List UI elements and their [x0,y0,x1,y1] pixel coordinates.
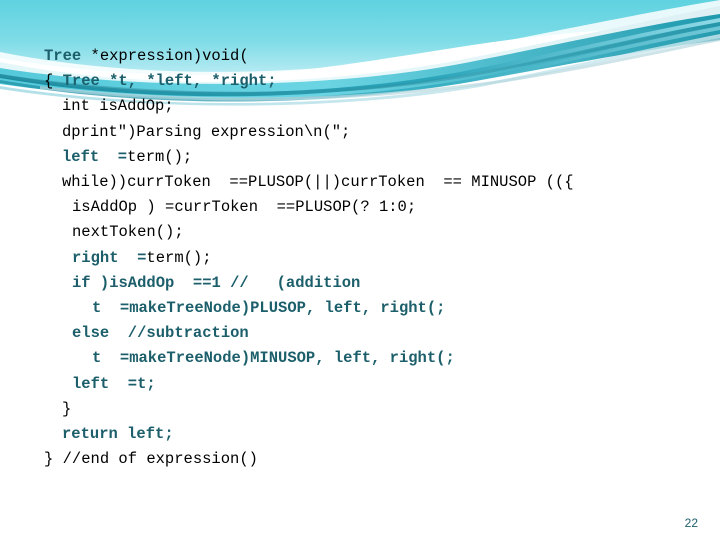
code-line: t =makeTreeNode)PLUSOP, left, right(; [0,296,708,321]
code-segment: left = [62,147,128,166]
code-listing: Tree *expression)void({ Tree *t, *left, … [0,44,720,472]
code-line: int isAddOp; [0,94,708,119]
code-segment: term(); [127,147,193,166]
code-line: { Tree *t, *left, *right; [0,69,708,94]
code-segment: { [44,72,63,91]
code-line: else //subtraction [0,321,708,346]
code-segment: Tree *t, *left, *right; [62,72,277,91]
code-segment: t =makeTreeNode)PLUSOP, left, right(; [92,299,446,318]
code-line: Tree *expression)void( [0,44,708,69]
code-segment: return left; [62,425,174,444]
code-segment: //end of expression() [62,450,258,469]
code-segment: else //subtraction [72,324,249,343]
code-segment: dprint")Parsing expression\n("; [62,122,351,141]
code-segment: t =makeTreeNode)MINUSOP, left, right(; [92,349,455,368]
code-line: t =makeTreeNode)MINUSOP, left, right(; [0,346,708,371]
code-segment: int isAddOp; [62,97,174,116]
code-line: } [0,397,708,422]
code-line: nextToken(); [0,220,708,245]
code-line: right =term(); [0,246,708,271]
code-segment: isAddOp ) =currToken ==PLUSOP(? 1:0; [72,198,417,217]
code-line: isAddOp ) =currToken ==PLUSOP(? 1:0; [0,195,708,220]
code-line: if )isAddOp ==1 // (addition [0,271,708,296]
slide-number: 22 [684,516,698,530]
code-segment: } [62,399,72,418]
code-line: dprint")Parsing expression\n("; [0,120,708,145]
code-segment: left =t; [72,374,156,393]
code-line: } //end of expression() [0,447,708,472]
slide: Tree *expression)void({ Tree *t, *left, … [0,0,720,540]
code-segment: } [44,450,63,469]
code-segment: Tree [44,47,91,65]
code-segment: term(); [146,248,212,267]
code-segment: if )isAddOp ==1 // (addition [72,273,361,292]
code-segment: while))currToken ==PLUSOP(||)currToken =… [62,173,574,192]
code-line: while))currToken ==PLUSOP(||)currToken =… [0,170,708,195]
code-line: return left; [0,422,708,447]
code-line: left =t; [0,372,708,397]
code-line: left =term(); [0,145,708,170]
code-segment: *expression)void( [90,47,249,65]
code-segment: nextToken(); [72,223,184,242]
code-segment: right = [72,248,147,267]
